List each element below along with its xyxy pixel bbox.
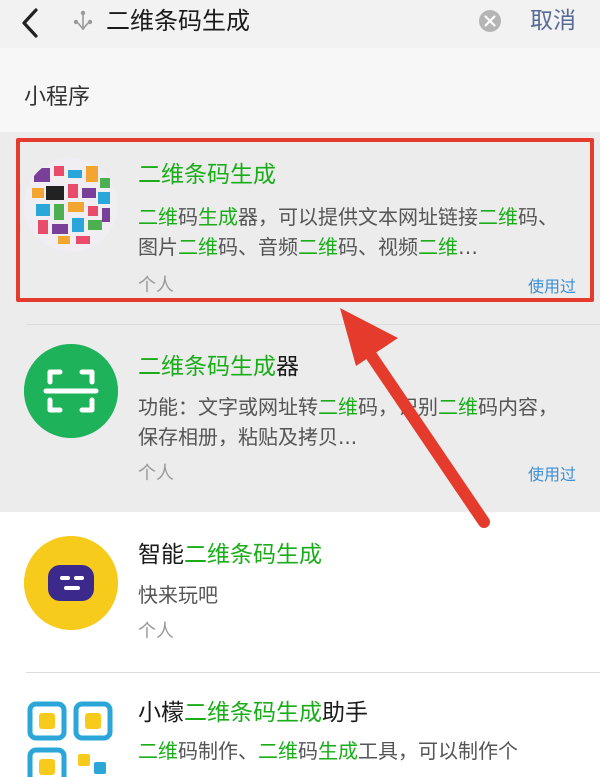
result-owner-type: 个人 bbox=[138, 275, 174, 296]
text-segment: 码制作、 bbox=[178, 739, 258, 763]
keyword-highlight: 生成 bbox=[318, 739, 358, 763]
text-segment: 智能 bbox=[138, 542, 184, 568]
chat-face-icon bbox=[24, 536, 118, 630]
result-owner-type: 个人 bbox=[138, 621, 174, 642]
text-segment: 工具，可以制作个 bbox=[358, 739, 518, 763]
text-segment: 器，可以提供文本网址链接 bbox=[238, 205, 478, 229]
text-segment: 小檬 bbox=[138, 700, 184, 726]
search-results-page: 二维条码生成 取消 小程序 二维条码生成 二维码生成器，可以提供文本网址链接二维… bbox=[0, 0, 600, 777]
text-segment: 器 bbox=[276, 354, 299, 380]
result-title: 小檬二维条码生成助手 bbox=[138, 698, 368, 728]
search-header: 二维条码生成 取消 bbox=[0, 0, 600, 48]
text-segment: 码、音频 bbox=[218, 235, 298, 259]
section-label: 小程序 bbox=[24, 85, 91, 110]
result-item-4[interactable]: 小檬二维条码生成助手 二维码制作、二维码生成工具，可以制作个 bbox=[0, 672, 600, 777]
qr-collage-icon bbox=[24, 158, 118, 252]
result-item-1[interactable]: 二维条码生成 二维码生成器，可以提供文本网址链接二维码、图片二维码、音频二维码、… bbox=[0, 132, 600, 324]
text-segment: 码 bbox=[298, 739, 318, 763]
keyword-highlight: 二维 bbox=[138, 739, 178, 763]
keyword-highlight: 二维 bbox=[138, 205, 178, 229]
keyword-highlight: 二维 bbox=[318, 395, 358, 419]
keyword-highlight: 二维 bbox=[178, 235, 218, 259]
scan-frame-icon bbox=[24, 344, 118, 438]
divider bbox=[26, 324, 600, 325]
search-input[interactable]: 二维条码生成 bbox=[106, 4, 446, 38]
result-owner-type: 个人 bbox=[138, 463, 174, 484]
result-item-3[interactable]: 智能二维条码生成 快来玩吧 个人 bbox=[0, 512, 600, 672]
miniprogram-search-icon bbox=[70, 8, 96, 34]
text-segment: 快来玩吧 bbox=[138, 583, 218, 607]
keyword-highlight: 二维 bbox=[478, 205, 518, 229]
result-description: 快来玩吧 bbox=[138, 580, 574, 610]
keyword-highlight: 二维 bbox=[438, 395, 478, 419]
cancel-button[interactable]: 取消 bbox=[530, 4, 576, 38]
used-before-badge: 使用过 bbox=[527, 465, 576, 484]
text-segment: 码 bbox=[178, 205, 198, 229]
clear-icon bbox=[479, 10, 501, 32]
result-description: 二维码生成器，可以提供文本网址链接二维码、图片二维码、音频二维码、视频二维… bbox=[138, 202, 574, 262]
keyword-highlight: 二维 bbox=[418, 235, 458, 259]
divider bbox=[26, 672, 600, 673]
keyword-highlight: 二维条码生成 bbox=[184, 700, 322, 726]
result-description: 二维码制作、二维码生成工具，可以制作个 bbox=[138, 736, 574, 768]
text-segment: 码，识别 bbox=[358, 395, 438, 419]
result-item-2[interactable]: 二维条码生成器 功能：文字或网址转二维码，识别二维码内容，保存相册，粘贴及拷贝.… bbox=[0, 324, 600, 512]
keyword-highlight: 二维 bbox=[298, 235, 338, 259]
keyword-highlight: 二维条码生成 bbox=[138, 162, 276, 188]
result-title: 二维条码生成 bbox=[138, 160, 276, 190]
text-segment: 助手 bbox=[322, 700, 368, 726]
text-segment: 功能：文字或网址转 bbox=[138, 395, 318, 419]
chevron-left-icon bbox=[22, 8, 38, 38]
result-title: 智能二维条码生成 bbox=[138, 540, 322, 570]
result-description: 功能：文字或网址转二维码，识别二维码内容，保存相册，粘贴及拷贝... bbox=[138, 392, 574, 452]
text-segment: 码、视频 bbox=[338, 235, 418, 259]
back-button[interactable] bbox=[14, 4, 48, 42]
keyword-highlight: 二维条码生成 bbox=[184, 542, 322, 568]
qr-blocks-icon bbox=[24, 700, 118, 777]
clear-search-button[interactable] bbox=[478, 9, 502, 33]
keyword-highlight: 二维 bbox=[258, 739, 298, 763]
text-segment: … bbox=[458, 235, 478, 259]
result-title: 二维条码生成器 bbox=[138, 352, 299, 382]
used-before-badge: 使用过 bbox=[527, 277, 576, 296]
keyword-highlight: 二维条码生成 bbox=[138, 354, 276, 380]
keyword-highlight: 生成 bbox=[198, 205, 238, 229]
